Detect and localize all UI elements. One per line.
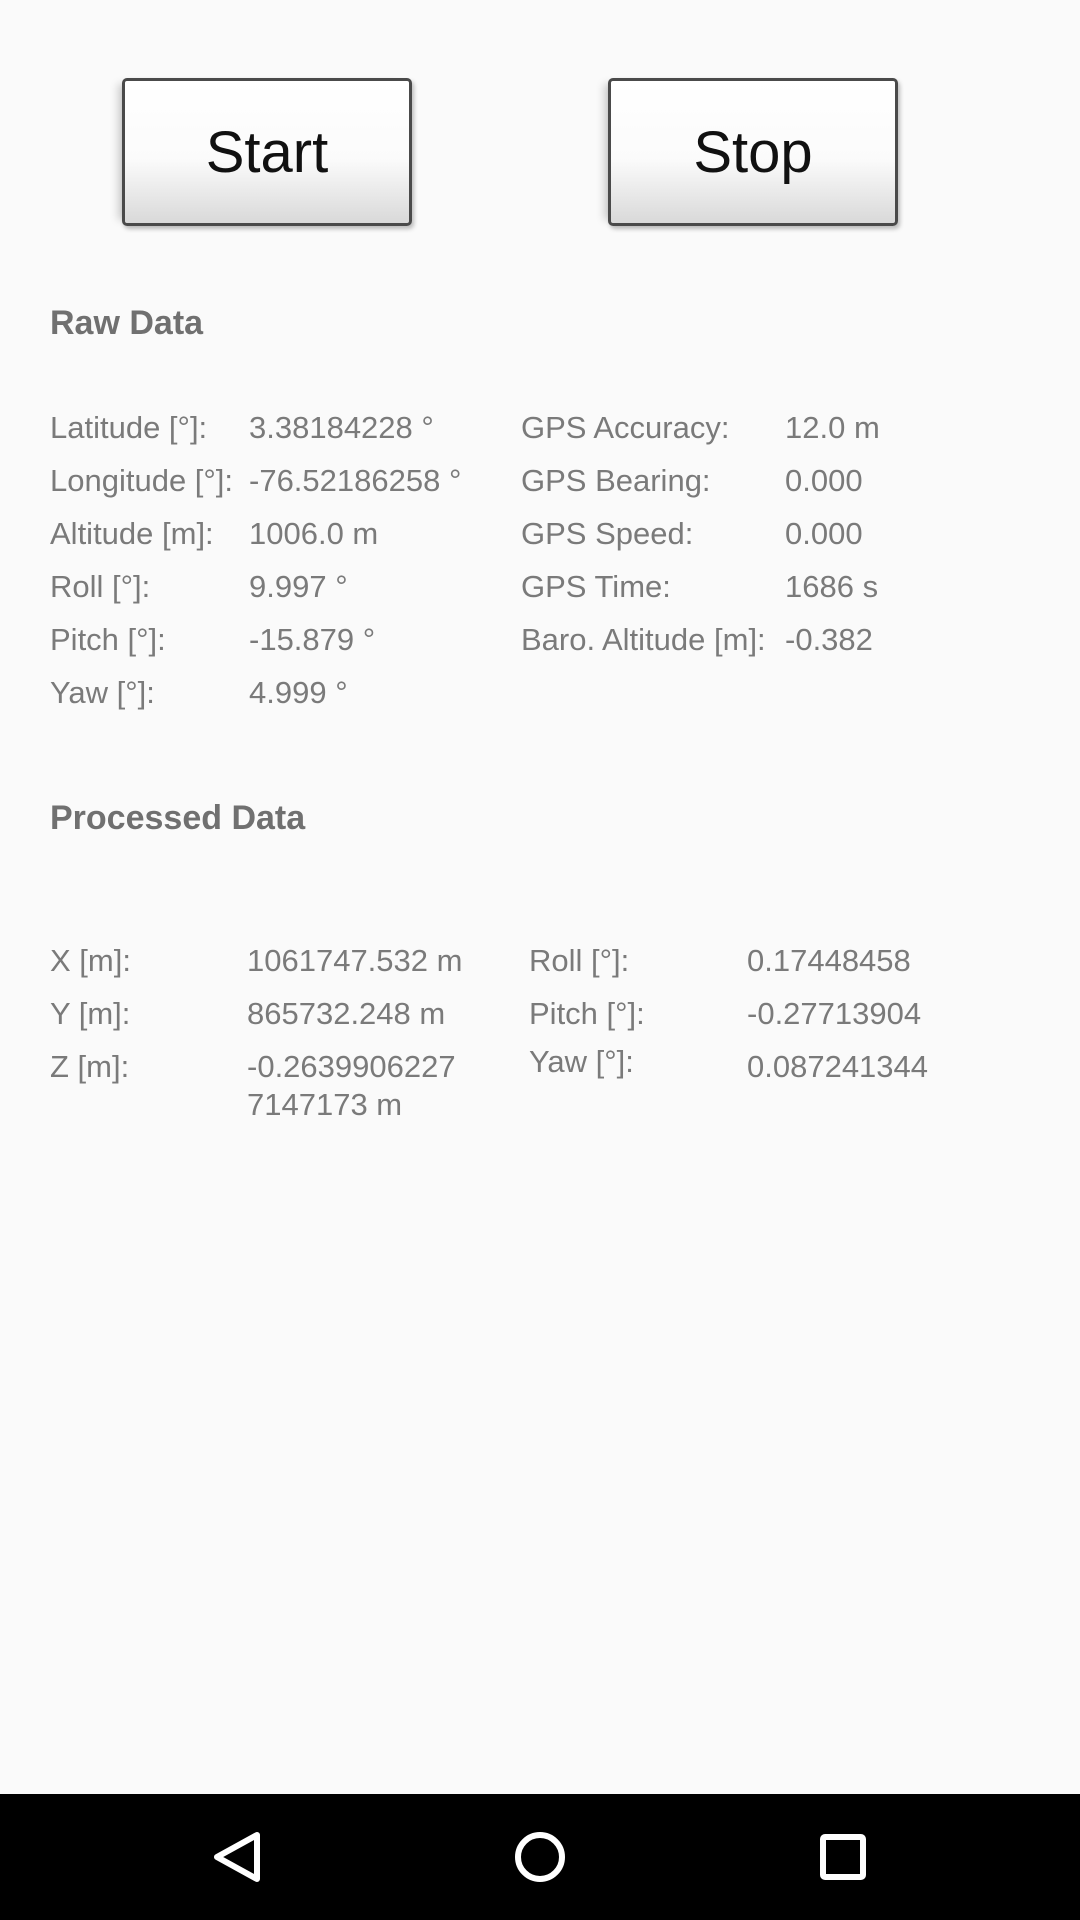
processed-yaw-label: Yaw [°]: xyxy=(529,1044,634,1079)
stop-button[interactable]: Stop xyxy=(608,78,898,226)
z-label: Z [m]: xyxy=(50,1049,130,1084)
gps-accuracy-value: 12.0 m xyxy=(785,410,880,445)
z-value: -0.26399062277147173 m xyxy=(247,1049,456,1122)
gps-time-label: GPS Time: xyxy=(521,569,671,604)
x-value: 1061747.532 m xyxy=(247,943,463,978)
yaw-label: Yaw [°]: xyxy=(50,675,155,710)
processed-pitch-value: -0.27713904 xyxy=(747,996,922,1031)
processed-roll-label: Roll [°]: xyxy=(529,943,630,978)
processed-yaw-value: 0.087241344 xyxy=(747,1049,929,1084)
yaw-value: 4.999 ° xyxy=(249,675,348,710)
raw-data-title: Raw Data xyxy=(50,304,204,342)
roll-label: Roll [°]: xyxy=(50,569,151,604)
home-icon[interactable] xyxy=(500,1817,580,1897)
roll-value: 9.997 ° xyxy=(249,569,348,604)
latitude-value: 3.38184228 ° xyxy=(249,410,434,445)
altitude-label: Altitude [m]: xyxy=(50,516,214,551)
processed-data-title: Processed Data xyxy=(50,799,306,837)
recents-icon[interactable] xyxy=(803,1817,883,1897)
gps-bearing-value: 0.000 xyxy=(785,463,863,498)
pitch-label: Pitch [°]: xyxy=(50,622,166,657)
gps-bearing-label: GPS Bearing: xyxy=(521,463,711,498)
x-label: X [m]: xyxy=(50,943,131,978)
longitude-label: Longitude [°]: xyxy=(50,463,234,498)
gps-time-value: 1686 s xyxy=(785,569,879,604)
pitch-value: -15.879 ° xyxy=(249,622,376,657)
baro-altitude-label: Baro. Altitude [m]: xyxy=(521,622,766,657)
gps-accuracy-label: GPS Accuracy: xyxy=(521,410,730,445)
navigation-bar xyxy=(0,1794,1080,1920)
altitude-value: 1006.0 m xyxy=(249,516,379,551)
y-label: Y [m]: xyxy=(50,996,131,1031)
longitude-value: -76.52186258 ° xyxy=(249,463,462,498)
gps-speed-label: GPS Speed: xyxy=(521,516,694,551)
y-value: 865732.248 m xyxy=(247,996,446,1031)
start-button[interactable]: Start xyxy=(122,78,412,226)
baro-altitude-value: -0.382 xyxy=(785,622,873,657)
latitude-label: Latitude [°]: xyxy=(50,410,208,445)
gps-speed-value: 0.000 xyxy=(785,516,863,551)
back-icon[interactable] xyxy=(197,1817,277,1897)
processed-pitch-label: Pitch [°]: xyxy=(529,996,645,1031)
processed-roll-value: 0.17448458 xyxy=(747,943,911,978)
